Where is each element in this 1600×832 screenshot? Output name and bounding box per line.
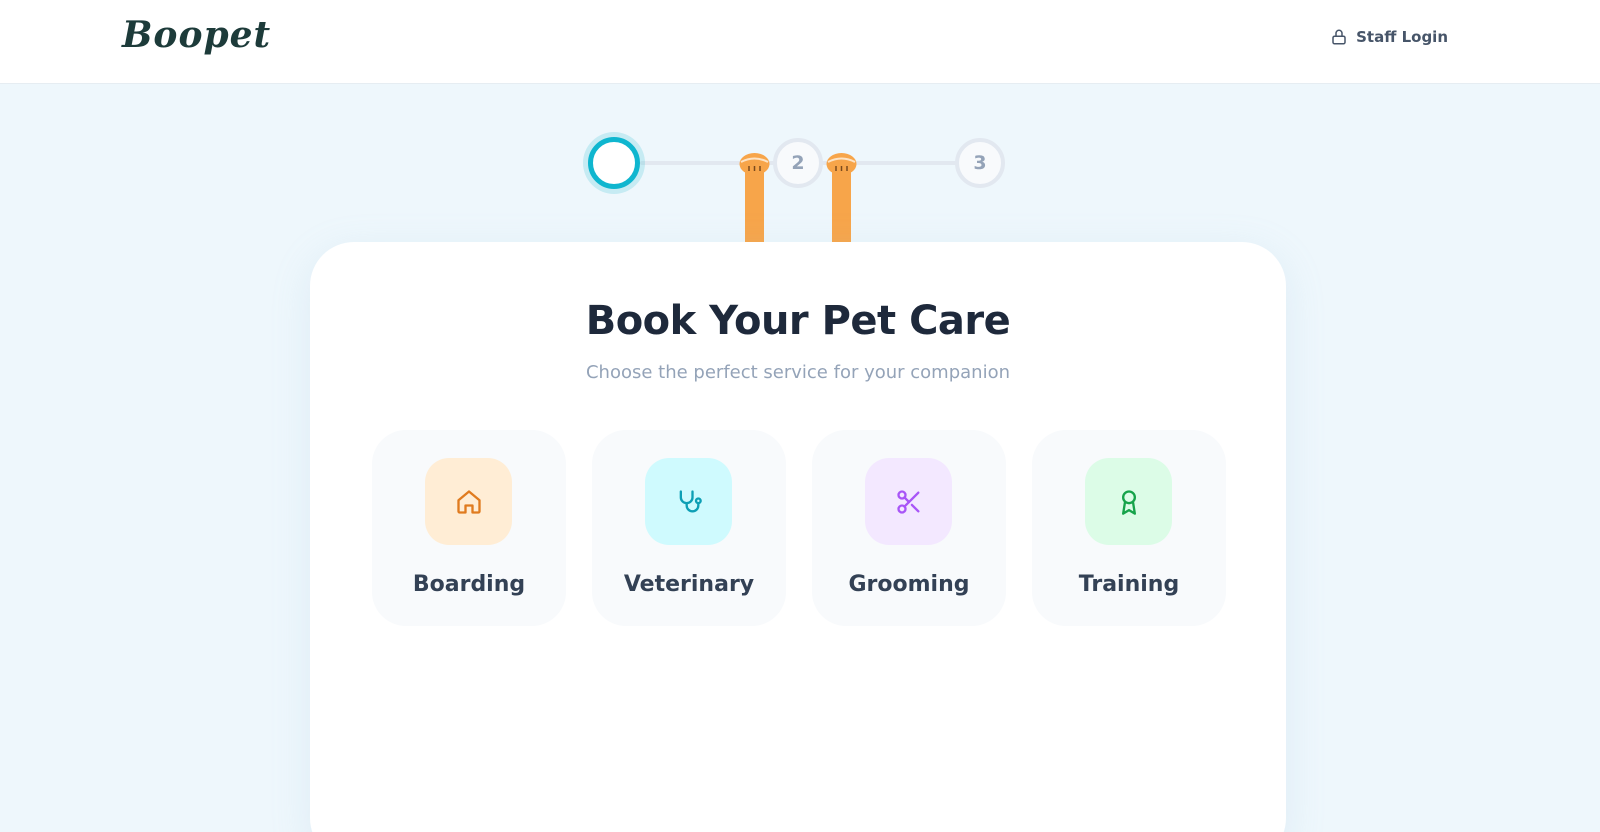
step-1[interactable] <box>588 137 640 189</box>
service-option-training[interactable]: Training <box>1032 430 1226 626</box>
stethoscope-icon <box>679 489 702 512</box>
step-3-label: 3 <box>973 152 987 174</box>
home-icon <box>456 489 481 514</box>
service-icon-bg <box>425 458 512 545</box>
service-option-grooming[interactable]: Grooming <box>812 430 1006 626</box>
scissors-icon <box>896 489 919 514</box>
service-icon-bg <box>1085 458 1172 545</box>
service-icon-bg <box>645 458 732 545</box>
page-subtitle: Choose the perfect service for your comp… <box>585 362 1011 383</box>
service-icon-bg <box>865 458 952 545</box>
booking-card: Book Your Pet Care Choose the perfect se… <box>310 242 1286 832</box>
pet-leg-illustration <box>739 153 770 244</box>
page-title: Book Your Pet Care <box>585 298 1011 344</box>
step-2-label: 2 <box>791 152 805 174</box>
step-3[interactable]: 3 <box>955 138 1005 188</box>
service-label: Veterinary <box>623 572 755 597</box>
service-options: Boarding Veterinary Grooming Training <box>372 430 1226 626</box>
service-label: Boarding <box>412 572 526 597</box>
progress-stepper: 2 3 <box>0 0 1600 245</box>
service-label: Grooming <box>848 572 970 597</box>
service-label: Training <box>1078 572 1180 597</box>
pet-leg-illustration <box>826 153 857 244</box>
service-option-veterinary[interactable]: Veterinary <box>592 430 786 626</box>
service-option-boarding[interactable]: Boarding <box>372 430 566 626</box>
award-icon <box>1121 489 1136 515</box>
step-2[interactable]: 2 <box>773 138 823 188</box>
